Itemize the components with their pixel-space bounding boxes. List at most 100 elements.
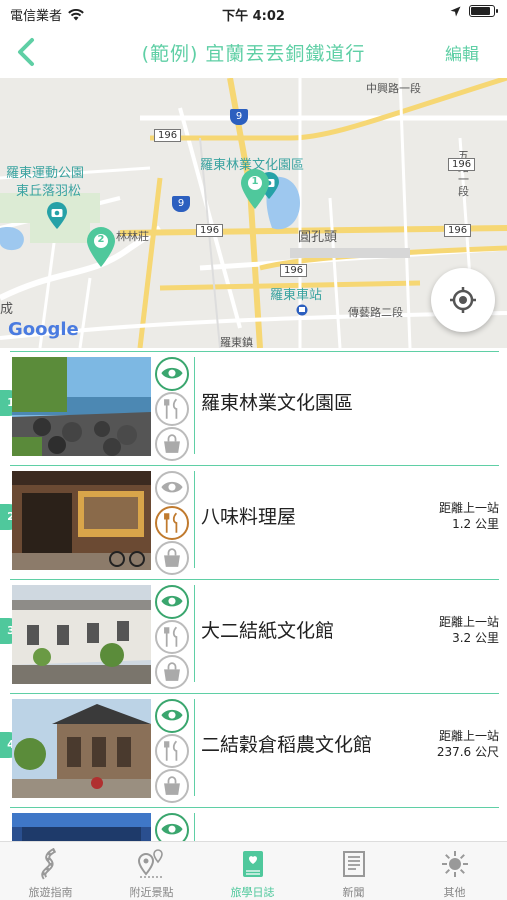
- nav-bar: (範例) 宜蘭丟丟銅鐵道行 編輯: [0, 26, 507, 78]
- distance-label: 距離上一站: [438, 615, 499, 629]
- tab-bar: 旅遊指南 附近景點 旅學日誌 新聞 其他: [0, 841, 507, 900]
- row-divider: [10, 807, 499, 808]
- distance-info: 距離上一站 3.2 公里: [439, 614, 499, 646]
- road-sign: 196: [448, 158, 476, 171]
- camera-poi-icon[interactable]: [46, 202, 68, 230]
- map-label: 羅東車站: [270, 288, 323, 303]
- shopping-bag-icon[interactable]: [155, 541, 189, 575]
- eye-icon[interactable]: [155, 471, 189, 505]
- distance-info: 距離上一站 1.2 公里: [439, 500, 499, 532]
- map-pin-2[interactable]: [86, 226, 116, 268]
- eye-icon[interactable]: [155, 813, 189, 841]
- tab-guide[interactable]: 旅遊指南: [0, 842, 101, 900]
- tab-label: 旅遊指南: [28, 886, 73, 899]
- clock: 下午 4:02: [222, 9, 285, 24]
- crosshair-icon: [450, 287, 476, 313]
- road-sign: 196: [280, 264, 308, 277]
- row-vertical-line: [194, 357, 195, 454]
- distance-value: 1.2 公里: [452, 517, 499, 531]
- map-label: 中興路一段: [366, 82, 421, 95]
- place-name: 大二結紙文化館: [201, 620, 335, 642]
- road-sign: 196: [154, 129, 182, 142]
- place-name: 羅東林業文化園區: [201, 392, 354, 414]
- list-item[interactable]: [0, 804, 507, 841]
- fork-knife-icon[interactable]: [155, 392, 189, 426]
- fork-knife-icon[interactable]: [155, 620, 189, 654]
- distance-info: 距離上一站 237.6 公尺: [437, 728, 499, 760]
- status-right: [450, 5, 498, 17]
- sun-icon: [442, 851, 468, 877]
- distance-label: 距離上一站: [438, 501, 499, 515]
- place-photo[interactable]: [12, 471, 151, 570]
- tab-label: 旅學日誌: [230, 886, 275, 899]
- map-pin-1[interactable]: [240, 168, 270, 210]
- place-name: 二結穀倉稻農文化館: [201, 734, 373, 756]
- category-icons: [155, 585, 189, 689]
- category-icons: [155, 471, 189, 575]
- row-divider: [10, 465, 499, 466]
- distance-label: 距離上一站: [438, 729, 499, 743]
- shopping-bag-icon[interactable]: [155, 769, 189, 803]
- locate-button[interactable]: [431, 268, 495, 332]
- tab-news[interactable]: 新聞: [303, 842, 404, 900]
- tab-other[interactable]: 其他: [404, 842, 505, 900]
- location-arrow-icon: [450, 6, 461, 16]
- shopping-bag-icon[interactable]: [155, 655, 189, 689]
- row-vertical-line: [194, 471, 195, 568]
- fork-knife-icon[interactable]: [155, 734, 189, 768]
- row-vertical-line: [194, 813, 195, 841]
- list-item[interactable]: 1 羅東林業文化園區: [0, 348, 507, 462]
- train-station-icon: [296, 304, 308, 316]
- map-label: 羅東鎮: [220, 336, 253, 348]
- category-icons: [155, 813, 189, 841]
- battery-icon: [469, 5, 498, 17]
- eye-icon[interactable]: [155, 699, 189, 733]
- map-view[interactable]: 羅東運動公園 東丘落羽松 羅東林業文化園區 林林莊 圓孔頭 羅東車站 傳藝路二段…: [0, 78, 507, 348]
- map-label: 傳藝路二段: [348, 306, 403, 319]
- eye-icon[interactable]: [155, 357, 189, 391]
- journal-icon: [243, 851, 263, 877]
- tab-label: 其他: [443, 886, 466, 899]
- distance-value: 237.6 公尺: [436, 745, 499, 759]
- map-label: 成: [0, 302, 14, 317]
- tab-nearby[interactable]: 附近景點: [101, 842, 202, 900]
- google-logo: Google: [8, 319, 79, 340]
- app-screen: 電信業者 下午 4:02 (範例) 宜蘭丟丟銅鐵道行 編輯 羅東運動公園 東丘落…: [0, 0, 507, 900]
- itinerary-list[interactable]: 1 羅東林業文化園區 2 八味料理屋 距離上一站 1.2 公里 3 大二結紙文化…: [0, 348, 507, 841]
- category-icons: [155, 699, 189, 803]
- nearby-pin-icon: [137, 849, 164, 878]
- place-name: 八味料理屋: [201, 506, 297, 528]
- map-label: 圓孔頭: [298, 230, 338, 245]
- newspaper-icon: [343, 851, 365, 877]
- place-photo[interactable]: [12, 813, 151, 841]
- highway-shield: 9: [172, 196, 190, 212]
- status-bar: 電信業者 下午 4:02: [0, 0, 507, 26]
- category-icons: [155, 357, 189, 461]
- eye-icon[interactable]: [155, 585, 189, 619]
- map-pin-label: 1: [251, 176, 259, 187]
- list-item[interactable]: 3 大二結紙文化館 距離上一站 3.2 公里: [0, 576, 507, 690]
- place-photo[interactable]: [12, 699, 151, 798]
- list-item[interactable]: 2 八味料理屋 距離上一站 1.2 公里: [0, 462, 507, 576]
- map-label: 林林莊: [116, 230, 149, 243]
- map-pin-label: 2: [97, 234, 105, 245]
- list-item[interactable]: 4 二結穀倉稻農文化館 距離上一站 237.6 公尺: [0, 690, 507, 804]
- fork-knife-icon[interactable]: [155, 506, 189, 540]
- place-photo[interactable]: [12, 357, 151, 456]
- tab-journal[interactable]: 旅學日誌: [202, 842, 303, 900]
- row-divider: [10, 351, 499, 352]
- row-divider: [10, 693, 499, 694]
- shopping-bag-icon[interactable]: [155, 427, 189, 461]
- tab-label: 附近景點: [129, 886, 174, 899]
- road-sign: 196: [444, 224, 472, 237]
- page-title: (範例) 宜蘭丟丟銅鐵道行: [141, 43, 366, 65]
- row-vertical-line: [194, 585, 195, 682]
- road-sign: 196: [196, 224, 224, 237]
- tab-label: 新聞: [342, 886, 365, 899]
- highway-shield: 9: [230, 109, 248, 125]
- edit-button[interactable]: 編輯: [445, 40, 479, 65]
- map-label: 羅東運動公園: [6, 166, 85, 181]
- place-photo[interactable]: [12, 585, 151, 684]
- row-vertical-line: [194, 699, 195, 796]
- road-icon: [41, 848, 57, 880]
